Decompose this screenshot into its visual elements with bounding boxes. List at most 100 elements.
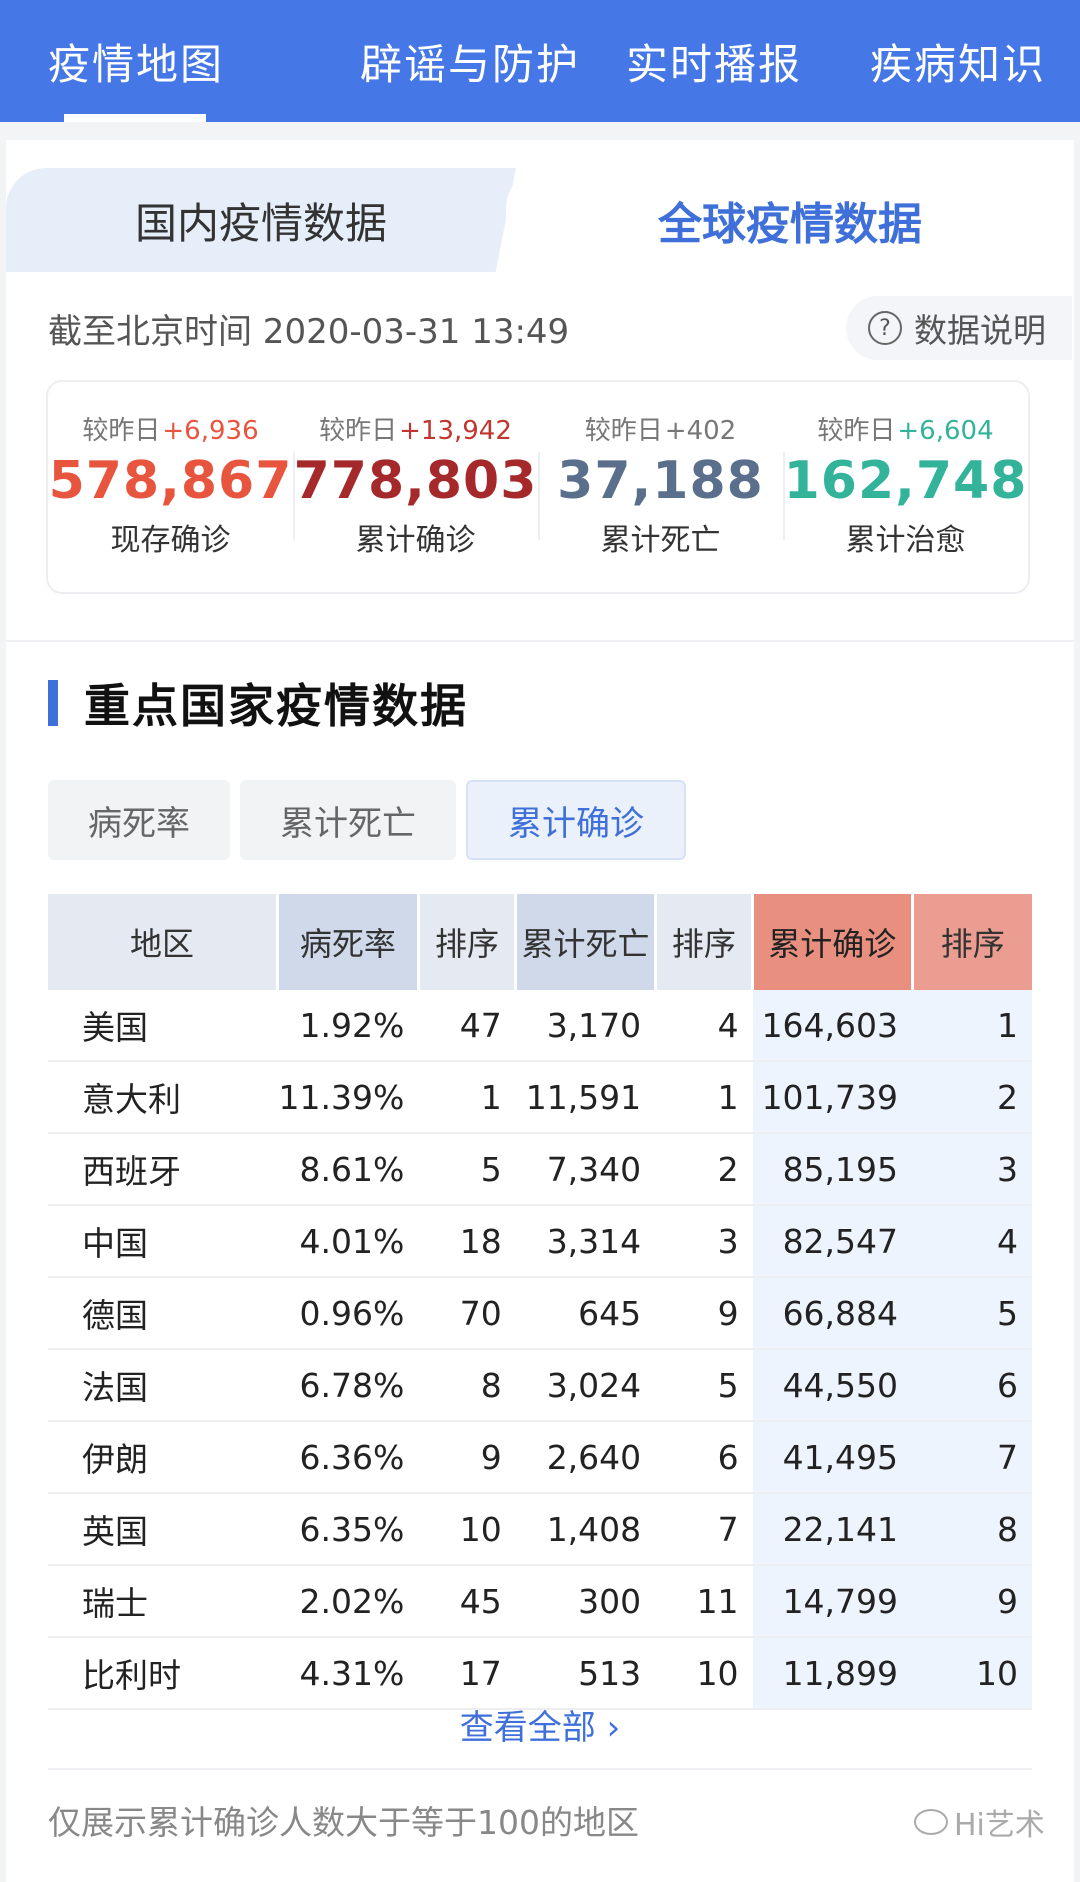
col-header-total-deaths[interactable]: 累计死亡 [514,894,656,990]
cell-region: 瑞士 [48,1565,278,1638]
filter-fatality-rate[interactable]: 病死率 [48,780,230,860]
stat-current-confirmed: 较昨日+6,936 578,867 现存确诊 [48,382,293,592]
stat-label: 累计治愈 [845,523,966,558]
cell-region: 法国 [48,1349,278,1422]
watermark: Hi艺术 [914,1800,1045,1844]
cell-confirmed: 164,603 [752,990,913,1062]
cell-fatality-rank: 18 [418,1205,516,1278]
cell-deaths: 300 [515,1565,656,1638]
cell-deaths: 2,640 [515,1421,656,1494]
cell-deaths: 11,591 [515,1061,656,1134]
cell-fatality-rate: 2.02% [277,1565,419,1638]
cell-fatality-rank: 70 [418,1277,516,1350]
col-header-fatality-rate[interactable]: 病死率 [276,894,419,990]
table-row: 西班牙 8.61% 5 7,340 2 85,195 3 [48,1133,1032,1206]
cell-confirmed: 22,141 [752,1493,913,1566]
tab-disease-knowledge[interactable]: 疾病知识 [836,0,1080,122]
table-row: 意大利 11.39% 1 11,591 1 101,739 2 [48,1061,1032,1134]
tab-live-report[interactable]: 实时播报 [592,0,836,122]
cell-fatality-rank: 9 [418,1421,516,1494]
cell-deaths: 3,314 [515,1205,656,1278]
table-row: 美国 1.92% 47 3,170 4 164,603 1 [48,990,1032,1062]
data-info-button[interactable]: ? 数据说明 [846,296,1072,360]
cell-fatality-rate: 6.36% [277,1421,419,1494]
cell-fatality-rate: 1.92% [277,990,419,1062]
cell-deaths: 3,024 [515,1349,656,1422]
cell-deaths-rank: 4 [655,990,753,1062]
table-row: 中国 4.01% 18 3,314 3 82,547 4 [48,1205,1032,1278]
section-header: 重点国家疫情数据 [48,672,468,734]
cell-confirmed-rank: 10 [912,1637,1032,1710]
filter-total-confirmed[interactable]: 累计确诊 [466,780,686,860]
stat-total-recovered: 较昨日+6,604 162,748 累计治愈 [783,382,1028,592]
stat-label: 累计死亡 [600,523,721,558]
col-header-region: 地区 [48,894,278,990]
cell-deaths-rank: 9 [655,1277,753,1350]
cell-deaths: 645 [515,1277,656,1350]
cell-fatality-rank: 1 [418,1061,516,1134]
filter-total-deaths[interactable]: 累计死亡 [240,780,456,860]
table-body: 美国 1.92% 47 3,170 4 164,603 1 意大利 11.39% 1 11,591 1… [48,990,1032,1710]
country-table: 地区 病死率 排序 累计死亡 排序 累计确诊 排序 美国 1.92% 47 3,170… [48,894,1032,1710]
stat-delta: 较昨日+6,604 [817,416,994,446]
cell-confirmed: 44,550 [752,1349,913,1422]
stat-label: 现存确诊 [110,523,231,558]
tab-domestic-data[interactable]: 国内疫情数据 [6,168,516,272]
cell-deaths-rank: 1 [655,1061,753,1134]
footer-divider [48,1768,1032,1770]
cell-confirmed-rank: 3 [912,1133,1032,1206]
delta-value: +402 [664,416,737,446]
col-header-rank: 排序 [416,894,516,990]
cell-fatality-rate: 11.39% [277,1061,419,1134]
cell-deaths: 7,340 [515,1133,656,1206]
cell-fatality-rank: 45 [418,1565,516,1638]
data-info-label: 数据说明 [914,311,1046,350]
view-all-link[interactable]: 查看全部 › [0,1700,1080,1749]
tab-global-data[interactable]: 全球疫情数据 [506,168,1074,272]
cell-deaths-rank: 3 [655,1205,753,1278]
col-header-rank: 排序 [910,894,1032,990]
cell-confirmed: 14,799 [752,1565,913,1638]
col-header-total-confirmed[interactable]: 累计确诊 [751,894,913,990]
stat-value: 578,867 [48,451,293,511]
cell-deaths-rank: 5 [655,1349,753,1422]
cell-deaths-rank: 10 [655,1637,753,1710]
stat-delta: 较昨日+13,942 [319,416,512,446]
cell-fatality-rate: 4.31% [277,1637,419,1710]
cell-region: 英国 [48,1493,278,1566]
cell-fatality-rank: 8 [418,1349,516,1422]
question-icon: ? [868,311,902,345]
cell-fatality-rank: 10 [418,1493,516,1566]
section-accent-bar [48,680,58,726]
cell-region: 德国 [48,1277,278,1350]
stat-delta: 较昨日+402 [584,416,737,446]
cell-fatality-rate: 4.01% [277,1205,419,1278]
cell-region: 中国 [48,1205,278,1278]
stat-value: 162,748 [783,451,1028,511]
cell-confirmed-rank: 5 [912,1277,1032,1350]
tab-epidemic-map[interactable]: 疫情地图 [0,0,348,122]
cell-confirmed-rank: 9 [912,1565,1032,1638]
stat-value: 37,188 [557,451,764,511]
cell-deaths: 1,408 [515,1493,656,1566]
section-divider [6,640,1074,642]
cell-deaths-rank: 11 [655,1565,753,1638]
table-header-row: 地区 病死率 排序 累计死亡 排序 累计确诊 排序 [48,894,1032,990]
cell-deaths-rank: 7 [655,1493,753,1566]
cell-confirmed: 41,495 [752,1421,913,1494]
stats-summary: 较昨日+6,936 578,867 现存确诊 较昨日+13,942 778,80… [46,380,1030,594]
tab-rumor-protection[interactable]: 辟谣与防护 [348,0,592,122]
cell-fatality-rate: 6.35% [277,1493,419,1566]
table-row: 伊朗 6.36% 9 2,640 6 41,495 7 [48,1421,1032,1494]
cell-deaths: 3,170 [515,990,656,1062]
update-timestamp: 截至北京时间 2020-03-31 13:49 [48,312,570,352]
stat-label: 累计确诊 [355,523,476,558]
cell-confirmed-rank: 7 [912,1421,1032,1494]
cell-confirmed: 11,899 [752,1637,913,1710]
delta-value: +6,936 [162,416,259,446]
stat-total-confirmed: 较昨日+13,942 778,803 累计确诊 [293,382,538,592]
table-row: 英国 6.35% 10 1,408 7 22,141 8 [48,1493,1032,1566]
cell-region: 比利时 [48,1637,278,1710]
stat-delta: 较昨日+6,936 [82,416,259,446]
delta-value: +13,942 [399,416,512,446]
